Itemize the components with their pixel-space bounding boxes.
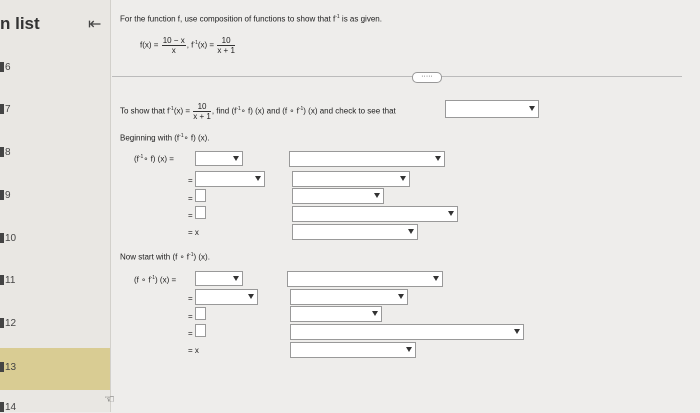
question-number: 11 — [5, 275, 16, 286]
chevron-down-icon — [374, 193, 380, 198]
chevron-down-icon — [233, 155, 239, 161]
beginning-text: Beginning with (f-1∘ f) (x). — [120, 133, 210, 143]
question-item-10[interactable]: 10 — [0, 233, 110, 273]
chevron-down-icon — [372, 311, 378, 316]
f-fraction: 10 − xx — [161, 36, 186, 55]
s1-step4-input[interactable] — [195, 206, 206, 219]
s1-step3-dropdown-right[interactable] — [292, 188, 384, 204]
question-number: 14 — [5, 402, 17, 413]
show-text: To show that f-1(x) = 10 x + 1, find (f-1… — [120, 102, 396, 121]
s2-step4-dropdown-right[interactable] — [290, 324, 524, 340]
question-item-8[interactable]: 8 — [0, 147, 110, 187]
s1-step1-dropdown-right[interactable] — [289, 151, 445, 167]
equals-x: = x — [188, 228, 199, 237]
collapse-left-icon[interactable]: ⇤ — [88, 14, 101, 34]
function-definitions: f(x) = 10 − xx, f-1(x) = 10 x + 1 — [140, 36, 235, 55]
more-button[interactable]: ····· — [412, 72, 442, 83]
s1-step2-dropdown-right[interactable] — [292, 171, 410, 187]
question-item-14[interactable]: 14 — [0, 402, 110, 413]
chevron-down-icon — [233, 275, 239, 281]
equals-sign: = — [188, 211, 193, 220]
composition1-lhs: (f-1∘ f) (x) = — [134, 154, 174, 164]
equals-x: = x — [188, 346, 199, 355]
question-number: 12 — [5, 318, 17, 329]
now-start-text: Now start with (f ∘ f-1) (x). — [120, 252, 210, 262]
question-number: 9 — [5, 190, 11, 201]
chevron-down-icon — [406, 347, 412, 352]
equals-sign: = — [188, 194, 193, 203]
chevron-down-icon — [398, 294, 404, 299]
chevron-down-icon — [435, 156, 441, 161]
question-number: 6 — [5, 62, 11, 73]
question-list-sidebar: n list ⇤ 6 7 8 9 10 11 12 13 14 — [0, 0, 111, 413]
equals-sign: = — [188, 312, 193, 321]
chevron-down-icon — [248, 294, 254, 299]
s2-step3-input[interactable] — [195, 307, 206, 320]
s1-step4-dropdown-right[interactable] — [292, 206, 458, 222]
chevron-down-icon — [448, 211, 454, 216]
chevron-down-icon — [400, 176, 406, 181]
question-item-7[interactable]: 7 — [0, 104, 110, 144]
chevron-down-icon — [514, 329, 520, 334]
chevron-down-icon — [433, 276, 439, 281]
composition2-lhs: (f ∘ f-1) (x) = — [134, 275, 177, 285]
divider — [112, 76, 682, 77]
s2-step1-dropdown-right[interactable] — [287, 271, 443, 287]
question-number: 8 — [5, 147, 11, 158]
s1-step2-dropdown-left[interactable] — [195, 171, 265, 187]
equals-sign: = — [188, 176, 193, 185]
chevron-down-icon — [408, 229, 414, 234]
instruction-text: For the function f, use composition of f… — [120, 14, 382, 24]
s1-step1-dropdown-left[interactable] — [195, 151, 243, 166]
s2-step2-dropdown-left[interactable] — [195, 289, 258, 305]
question-item-6[interactable]: 6 — [0, 62, 110, 102]
finv-fraction: 10 x + 1 — [217, 36, 235, 55]
conclusion-dropdown[interactable] — [445, 100, 539, 118]
s2-step5-dropdown-right[interactable] — [290, 342, 416, 358]
s2-step1-dropdown-left[interactable] — [195, 271, 243, 286]
s2-step4-input[interactable] — [195, 324, 206, 337]
equals-sign: = — [188, 329, 193, 338]
question-number: 7 — [5, 104, 11, 115]
chevron-down-icon — [529, 106, 535, 111]
s2-step3-dropdown-right[interactable] — [290, 306, 382, 322]
hand-cursor-icon: ☜ — [104, 392, 115, 406]
chevron-down-icon — [255, 176, 261, 181]
question-item-13[interactable]: 13 — [0, 348, 110, 390]
s1-step3-input[interactable] — [195, 189, 206, 202]
s2-step2-dropdown-right[interactable] — [290, 289, 408, 305]
question-number: 13 — [5, 362, 17, 373]
question-item-11[interactable]: 11 — [0, 275, 110, 315]
question-panel: For the function f, use composition of f… — [112, 0, 700, 412]
question-number: 10 — [5, 233, 17, 244]
question-item-9[interactable]: 9 — [0, 190, 110, 230]
equals-sign: = — [188, 294, 193, 303]
s1-step5-dropdown-right[interactable] — [292, 224, 418, 240]
list-title: n list — [0, 14, 40, 33]
